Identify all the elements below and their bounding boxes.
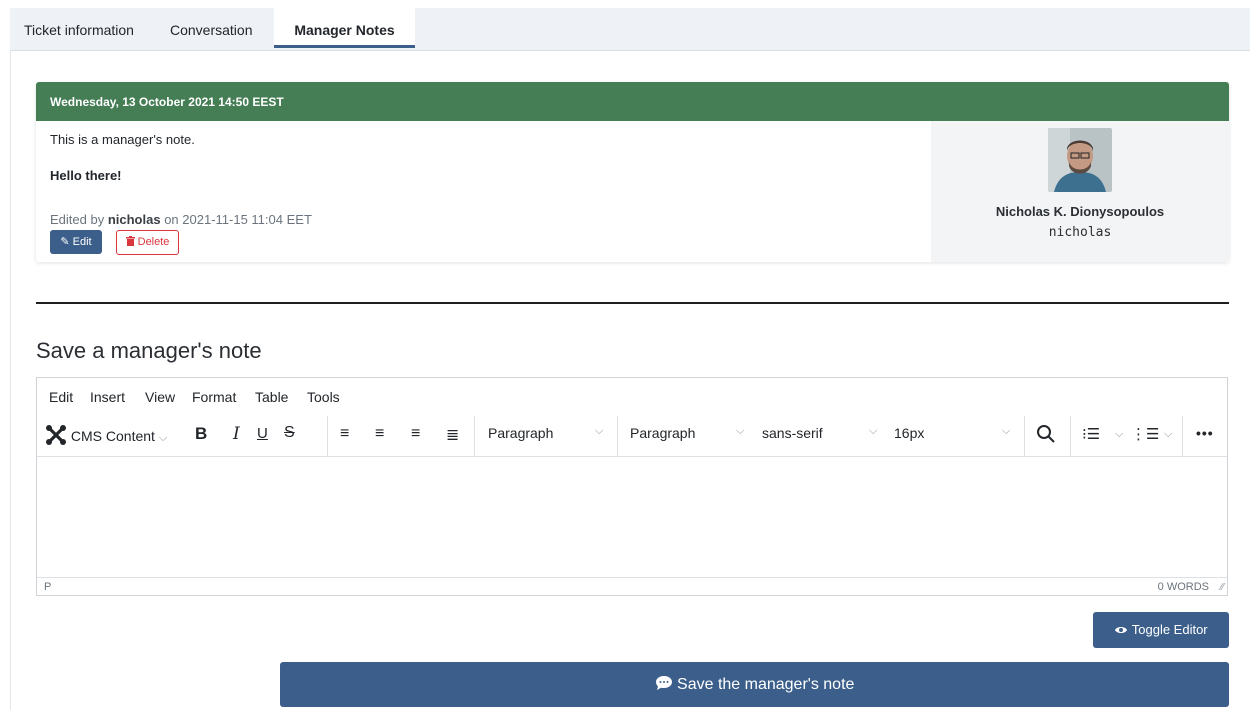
edit-label: Edit [72, 236, 92, 248]
block-format-select-1[interactable]: Paragraph ⌵ [488, 425, 608, 441]
section-divider [36, 302, 1229, 304]
font-family-value: sans-serif [762, 425, 823, 441]
menu-table[interactable]: Table [255, 389, 288, 405]
tab-ticket-information[interactable]: Ticket information [24, 8, 134, 50]
eye-icon [1114, 622, 1131, 637]
note-date-header: Wednesday, 13 October 2021 14:50 EEST [36, 82, 1229, 121]
author-name: Nicholas K. Dionysopoulos [995, 204, 1165, 219]
element-path[interactable]: P [44, 581, 51, 593]
strikethrough-icon[interactable]: S [284, 424, 295, 442]
menu-view[interactable]: View [145, 389, 175, 405]
edit-note-button[interactable]: ✎ Edit [50, 230, 102, 254]
search-icon[interactable] [1036, 424, 1056, 447]
trash-icon [125, 236, 138, 248]
font-family-select[interactable]: sans-serif ⌵ [762, 425, 888, 441]
chevron-down-icon: ⌵ [736, 425, 745, 437]
save-note-title: Save a manager's note [36, 338, 262, 363]
delete-note-button[interactable]: Delete [116, 230, 179, 255]
toolbar-separator [1024, 416, 1025, 456]
align-center-icon[interactable]: ≡ [375, 425, 384, 443]
menu-tools[interactable]: Tools [307, 389, 340, 405]
chevron-down-icon[interactable]: ⌵ [1115, 428, 1123, 441]
bold-icon[interactable]: B [195, 424, 207, 444]
edit-icon: ✎ [60, 236, 70, 248]
font-size-value: 16px [894, 425, 925, 441]
joomla-icon [45, 425, 71, 445]
editor-menubar: Edit Insert View Format Table Tools [37, 378, 1227, 416]
delete-label: Delete [137, 236, 170, 248]
chevron-down-icon: ⌵ [595, 425, 604, 437]
tab-label: Ticket information [24, 22, 134, 38]
tab-conversation[interactable]: Conversation [170, 8, 253, 50]
tab-manager-notes[interactable]: Manager Notes [274, 8, 415, 48]
author-username: nicholas [1048, 225, 1112, 240]
cms-content-label: CMS Content [70, 428, 155, 444]
numbered-list-icon[interactable]: ⋮☰ [1131, 425, 1159, 443]
content-border [10, 50, 11, 710]
menu-format[interactable]: Format [192, 389, 236, 405]
toolbar-separator [617, 416, 618, 456]
block-format-select-2[interactable]: Paragraph ⌵ [630, 425, 752, 441]
toolbar-separator [1070, 416, 1071, 456]
tab-bar: Ticket information Conversation Manager … [10, 8, 1250, 51]
editor-toolbar: CMS Content ⌵ B I U S ≡ ≡ ≡ ≣ Paragraph … [37, 416, 1227, 457]
italic-icon[interactable]: I [233, 424, 240, 444]
block-format-value: Paragraph [630, 425, 696, 441]
cms-content-dropdown[interactable]: CMS Content ⌵ [45, 424, 167, 446]
toolbar-separator [474, 416, 475, 456]
resize-handle-icon[interactable]: ⁄⁄ [1221, 582, 1224, 593]
comment-icon [655, 676, 677, 693]
edited-user: nicholas [107, 212, 161, 227]
block-format-value: Paragraph [488, 425, 554, 441]
save-note-label: Save the manager's note [677, 676, 855, 693]
note-text-line: This is a manager's note. [50, 132, 195, 147]
editor-content-area[interactable] [37, 457, 1227, 577]
toolbar-separator [1182, 416, 1183, 456]
editor-statusbar: P 0 WORDS ⁄⁄ [37, 577, 1227, 596]
underline-icon[interactable]: U [257, 425, 268, 442]
chevron-down-icon: ⌵ [1002, 425, 1011, 437]
toggle-editor-label: Toggle Editor [1131, 622, 1208, 637]
more-icon[interactable]: ••• [1196, 425, 1214, 441]
menu-edit[interactable]: Edit [49, 389, 73, 405]
chevron-down-icon[interactable]: ⌵ [1164, 428, 1172, 441]
edited-suffix: on 2021-11-15 11:04 EET [164, 212, 312, 227]
menu-insert[interactable]: Insert [90, 389, 125, 405]
align-justify-icon[interactable]: ≣ [446, 425, 459, 445]
word-count: 0 WORDS [1157, 581, 1209, 593]
toolbar-separator [327, 416, 328, 456]
align-right-icon[interactable]: ≡ [411, 425, 420, 443]
tab-label: Manager Notes [294, 22, 395, 38]
align-left-icon[interactable]: ≡ [340, 425, 349, 443]
note-text-bold-line: Hello there! [50, 168, 122, 183]
save-note-button[interactable]: Save the manager's note [280, 662, 1229, 707]
edited-prefix: Edited by [50, 212, 105, 227]
bullet-list-icon[interactable]: ⁝☰ [1082, 425, 1100, 443]
edited-info: Edited by nicholas on 2021-11-15 11:04 E… [50, 212, 312, 227]
toggle-editor-button[interactable]: Toggle Editor [1093, 612, 1229, 648]
tab-label: Conversation [170, 22, 253, 38]
chevron-down-icon: ⌵ [869, 425, 878, 437]
font-size-select[interactable]: 16px ⌵ [894, 425, 1016, 441]
chevron-down-icon: ⌵ [158, 432, 168, 444]
author-avatar [1048, 128, 1112, 192]
